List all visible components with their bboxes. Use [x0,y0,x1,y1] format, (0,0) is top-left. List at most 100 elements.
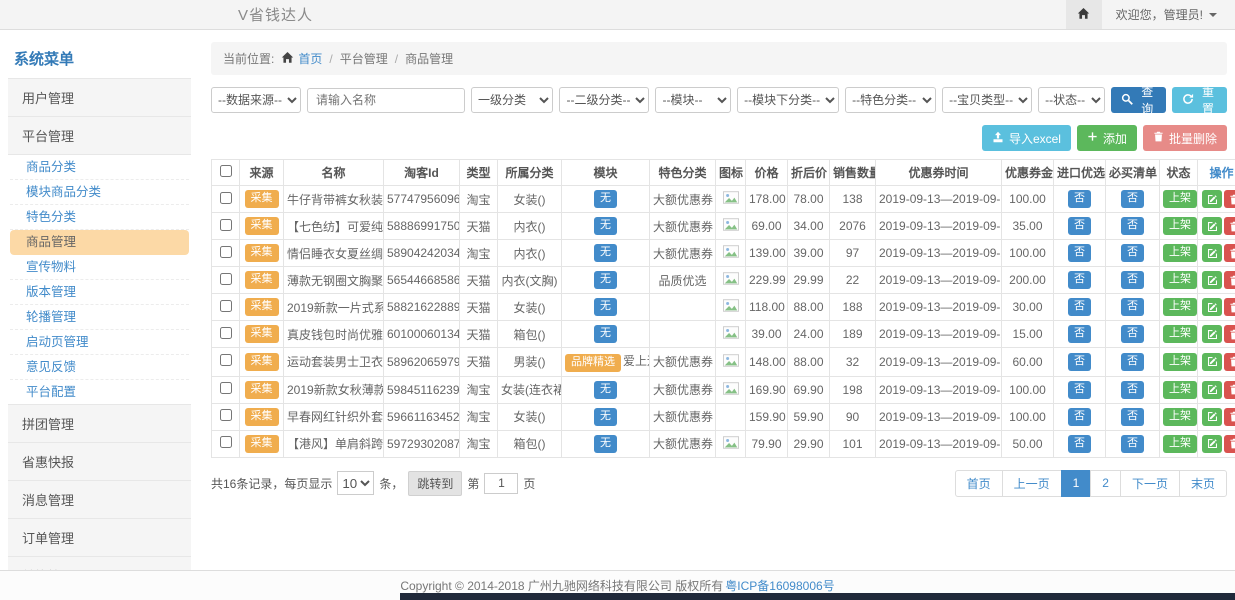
filter-select-3[interactable]: --模块-- [655,87,731,113]
breadcrumb-item[interactable]: 商品管理 [405,50,453,67]
delete-button[interactable] [1224,190,1235,208]
import-select-badge[interactable]: 否 [1068,325,1091,343]
name-search-input[interactable] [307,88,465,113]
status-badge[interactable]: 上架 [1163,325,1197,343]
status-badge[interactable]: 上架 [1163,381,1197,399]
import-select-badge[interactable]: 否 [1068,408,1091,426]
must-buy-badge[interactable]: 否 [1121,325,1144,343]
status-badge[interactable]: 上架 [1163,244,1197,262]
edit-button[interactable] [1202,244,1222,262]
delete-button[interactable] [1224,325,1235,343]
query-button[interactable]: 查询 [1111,87,1166,113]
breadcrumb-item[interactable]: 平台管理 [340,50,388,67]
status-badge[interactable]: 上架 [1163,217,1197,235]
sidebar-item-轮播管理[interactable]: 轮播管理 [10,305,189,330]
status-badge[interactable]: 上架 [1163,435,1197,453]
filter-select-1[interactable]: 一级分类 [471,87,553,113]
edit-button[interactable] [1202,190,1222,208]
must-buy-badge[interactable]: 否 [1121,217,1144,235]
status-badge[interactable]: 上架 [1163,271,1197,289]
edit-button[interactable] [1202,217,1222,235]
sidebar-item-省惠快报[interactable]: 省惠快报 [8,442,191,481]
jump-page-input[interactable] [484,473,518,494]
delete-button[interactable] [1224,298,1235,316]
sidebar-item-兑换管理[interactable]: 兑换管理 [8,556,191,570]
jump-button[interactable]: 跳转到 [408,471,462,496]
row-checkbox[interactable] [220,436,232,448]
must-buy-badge[interactable]: 否 [1121,298,1144,316]
pagination-button-上一页[interactable]: 上一页 [1002,470,1062,497]
sidebar-item-商品分类[interactable]: 商品分类 [10,155,189,180]
must-buy-badge[interactable]: 否 [1121,271,1144,289]
delete-button[interactable] [1224,217,1235,235]
import-select-badge[interactable]: 否 [1068,353,1091,371]
sidebar-item-启动页管理[interactable]: 启动页管理 [10,330,189,355]
sidebar-item-意见反馈[interactable]: 意见反馈 [10,355,189,380]
edit-button[interactable] [1202,408,1222,426]
filter-select-4[interactable]: --模块下分类-- [737,87,839,113]
reset-button[interactable]: 重置 [1172,87,1227,113]
filter-select-2[interactable]: --二级分类-- [559,87,649,113]
row-checkbox[interactable] [220,273,232,285]
delete-button[interactable] [1224,271,1235,289]
import-excel-button[interactable]: 导入excel [982,125,1071,151]
must-buy-badge[interactable]: 否 [1121,353,1144,371]
import-select-badge[interactable]: 否 [1068,381,1091,399]
edit-button[interactable] [1202,381,1222,399]
pagination-button-2[interactable]: 2 [1090,470,1121,497]
row-checkbox[interactable] [220,246,232,258]
per-page-select[interactable]: 10 [337,471,374,495]
edit-button[interactable] [1202,325,1222,343]
must-buy-badge[interactable]: 否 [1121,408,1144,426]
status-badge[interactable]: 上架 [1163,408,1197,426]
must-buy-badge[interactable]: 否 [1121,244,1144,262]
sidebar-item-特色分类[interactable]: 特色分类 [10,205,189,230]
sidebar-item-宣传物料[interactable]: 宣传物料 [10,255,189,280]
must-buy-badge[interactable]: 否 [1121,190,1144,208]
import-select-badge[interactable]: 否 [1068,244,1091,262]
import-select-badge[interactable]: 否 [1068,271,1091,289]
batch-delete-button[interactable]: 批量删除 [1143,125,1227,151]
import-select-badge[interactable]: 否 [1068,190,1091,208]
pagination-button-下一页[interactable]: 下一页 [1120,470,1180,497]
user-menu[interactable]: 欢迎您，管理员! [1102,6,1235,23]
delete-button[interactable] [1224,244,1235,262]
status-badge[interactable]: 上架 [1163,353,1197,371]
edit-button[interactable] [1202,353,1222,371]
edit-button[interactable] [1202,271,1222,289]
row-checkbox[interactable] [220,300,232,312]
sidebar-item-用户管理[interactable]: 用户管理 [8,78,191,117]
sidebar-item-版本管理[interactable]: 版本管理 [10,280,189,305]
edit-button[interactable] [1202,435,1222,453]
home-button[interactable] [1066,0,1102,29]
pagination-button-1[interactable]: 1 [1061,470,1092,497]
row-checkbox[interactable] [220,219,232,231]
edit-button[interactable] [1202,298,1222,316]
delete-button[interactable] [1224,435,1235,453]
row-checkbox[interactable] [220,192,232,204]
sidebar-item-商品管理[interactable]: 商品管理 [10,230,189,255]
delete-button[interactable] [1224,381,1235,399]
import-select-badge[interactable]: 否 [1068,435,1091,453]
filter-select-0[interactable]: --数据来源-- [211,87,301,113]
breadcrumb-home-link[interactable]: 首页 [281,50,322,67]
row-checkbox[interactable] [220,382,232,394]
import-select-badge[interactable]: 否 [1068,298,1091,316]
status-badge[interactable]: 上架 [1163,298,1197,316]
row-checkbox[interactable] [220,327,232,339]
status-badge[interactable]: 上架 [1163,190,1197,208]
must-buy-badge[interactable]: 否 [1121,435,1144,453]
row-checkbox[interactable] [220,354,232,366]
pagination-button-末页[interactable]: 末页 [1179,470,1227,497]
sidebar-item-拼团管理[interactable]: 拼团管理 [8,404,191,443]
sidebar-item-订单管理[interactable]: 订单管理 [8,518,191,557]
filter-select-5[interactable]: --特色分类-- [845,87,936,113]
sidebar-item-模块商品分类[interactable]: 模块商品分类 [10,180,189,205]
must-buy-badge[interactable]: 否 [1121,381,1144,399]
icp-link[interactable]: 粤ICP备16098006号 [725,577,834,594]
select-all-checkbox[interactable] [220,165,232,177]
import-select-badge[interactable]: 否 [1068,217,1091,235]
delete-button[interactable] [1224,353,1235,371]
filter-select-6[interactable]: --宝贝类型-- [942,87,1032,113]
pagination-button-首页[interactable]: 首页 [955,470,1003,497]
